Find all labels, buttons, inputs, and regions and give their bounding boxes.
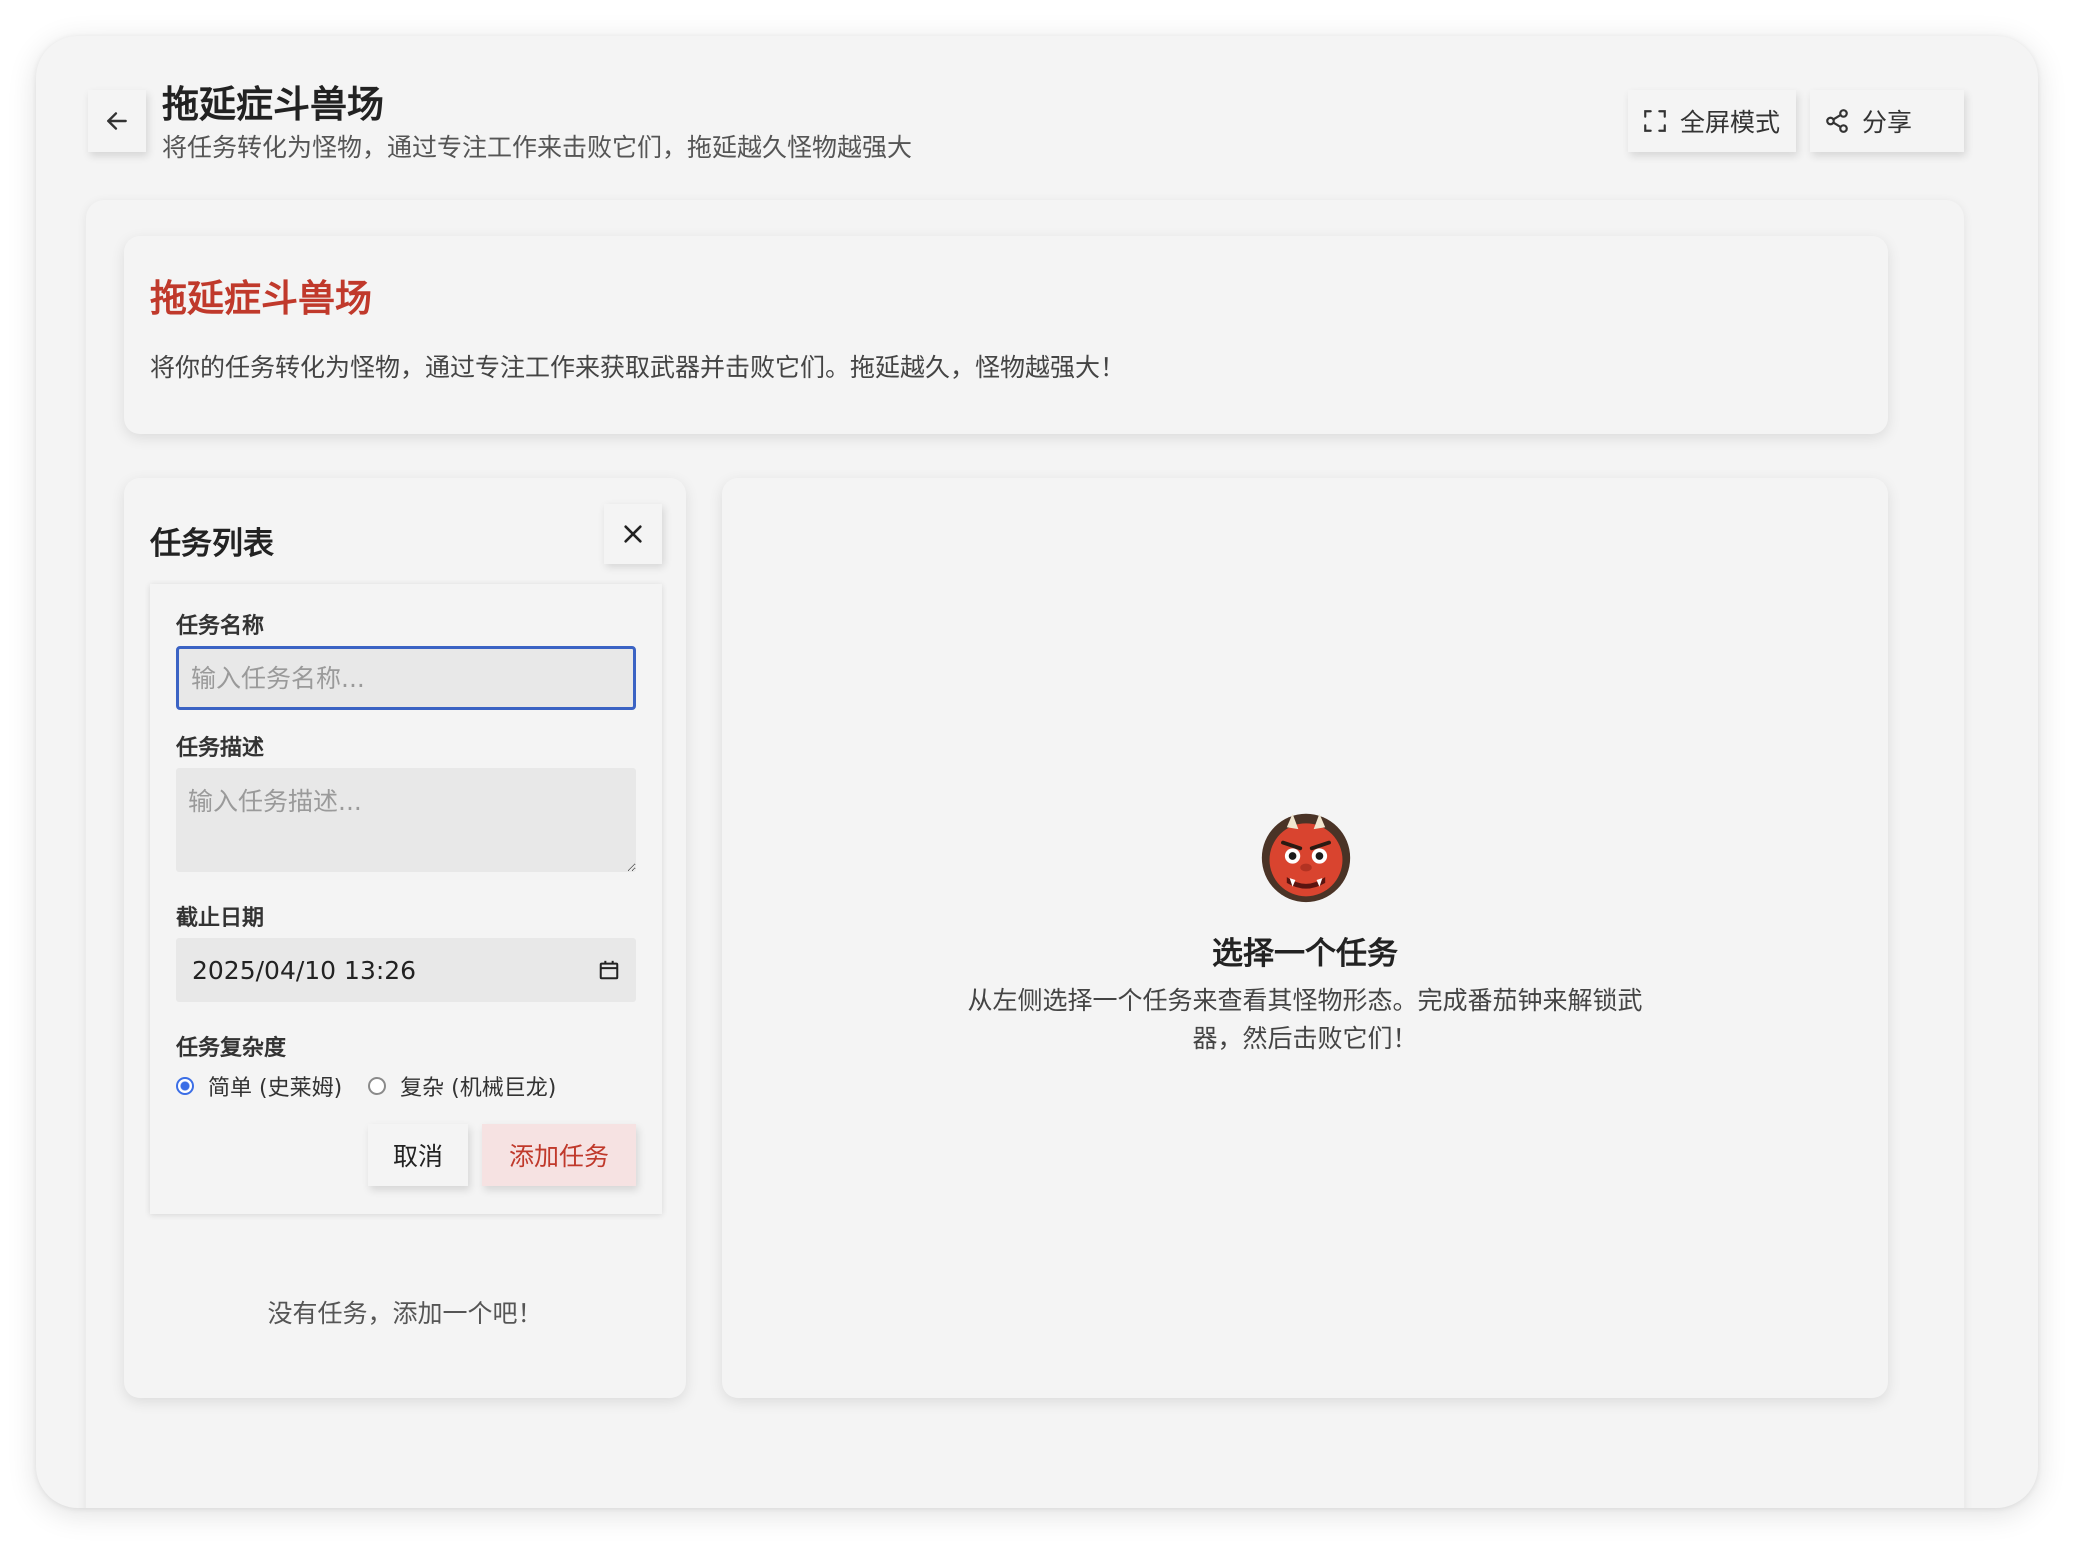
task-list-title: 任务列表 [150,526,274,562]
radio-simple-label[interactable]: 简单 (史莱姆) [208,1070,342,1102]
task-name-input[interactable] [176,646,636,710]
app-title: 拖延症斗兽场 [162,83,384,126]
monster-detail-panel: 选择一个任务 从左侧选择一个任务来查看其怪物形态。完成番茄钟来解锁武器，然后击败… [722,478,1888,1398]
close-icon [624,525,642,543]
intro-description: 将你的任务转化为怪物，通过专注工作来获取武器并击败它们。拖延越久，怪物越强大！ [150,353,1126,382]
cancel-button[interactable]: 取消 [368,1124,468,1186]
calendar-icon[interactable] [598,959,620,981]
deadline-value: 2025/04/10 13:26 [192,955,417,985]
deadline-label: 截止日期 [176,906,265,931]
task-description-input[interactable] [176,768,636,872]
main-content: 拖延症斗兽场 将你的任务转化为怪物，通过专注工作来获取武器并击败它们。拖延越久，… [86,200,1964,1508]
intro-card: 拖延症斗兽场 将你的任务转化为怪物，通过专注工作来获取武器并击败它们。拖延越久，… [124,236,1888,434]
detail-description: 从左侧选择一个任务来查看其怪物形态。完成番茄钟来解锁武器，然后击败它们！ [967,986,1643,1053]
task-description-label: 任务描述 [176,736,265,761]
share-label: 分享 [1862,108,1913,137]
fullscreen-label: 全屏模式 [1680,108,1781,137]
add-task-form: 任务名称 任务描述 截止日期 2025/04/10 13:26 任务复杂度 简单… [150,584,662,1214]
back-button[interactable] [88,90,146,152]
fullscreen-icon [1644,110,1666,132]
complexity-label: 任务复杂度 [176,1036,287,1061]
add-task-button[interactable]: 添加任务 [482,1124,636,1186]
complexity-options: 简单 (史莱姆) 复杂 (机械巨龙) [176,1070,556,1102]
share-icon [1826,109,1848,133]
task-list-panel: 任务列表 任务名称 任务描述 截止日期 2025/04/10 13:26 [124,478,686,1398]
detail-title: 选择一个任务 [1212,936,1398,972]
deadline-input[interactable]: 2025/04/10 13:26 [176,938,636,1002]
intro-title: 拖延症斗兽场 [150,277,372,320]
arrow-left-icon [107,112,127,130]
fullscreen-button[interactable]: 全屏模式 [1628,90,1796,152]
share-button[interactable]: 分享 [1810,90,1964,152]
app-subtitle: 将任务转化为怪物，通过专注工作来击败它们，拖延越久怪物越强大 [162,133,913,162]
ogre-monster-icon [1261,813,1351,903]
task-name-label: 任务名称 [176,614,265,639]
radio-simple[interactable] [176,1077,194,1095]
app-window: 拖延症斗兽场 将任务转化为怪物，通过专注工作来击败它们，拖延越久怪物越强大 全屏… [36,36,2038,1508]
radio-complex[interactable] [368,1077,387,1095]
close-form-button[interactable] [604,504,662,564]
empty-task-message: 没有任务，添加一个吧！ [267,1299,543,1328]
radio-complex-label[interactable]: 复杂 (机械巨龙) [400,1070,556,1102]
